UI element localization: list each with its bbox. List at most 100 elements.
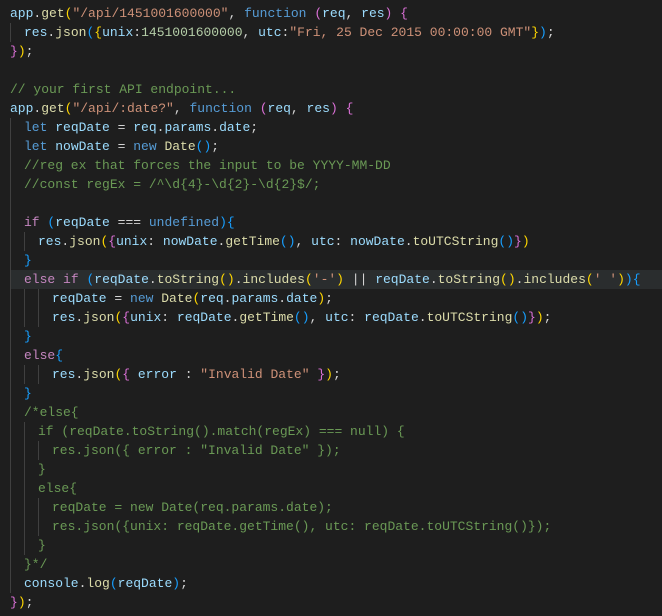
code-token: //reg ex that forces the input to be YYY… [24, 158, 391, 173]
code-token: "Invalid Date" [200, 367, 309, 382]
code-token: ; [325, 291, 333, 306]
code-token: else{ [38, 481, 77, 496]
code-token: toUTCString [413, 234, 499, 249]
code-line[interactable]: if (reqDate.toString().match(regEx) === … [10, 422, 662, 441]
code-token: }*/ [24, 557, 47, 572]
code-token: function [244, 6, 306, 21]
code-line[interactable]: else if (reqDate.toString().includes('-'… [10, 270, 662, 289]
code-line[interactable] [10, 61, 662, 80]
code-token: utc [258, 25, 281, 40]
code-token: } [10, 44, 18, 59]
code-token: ) [317, 291, 325, 306]
code-token: { [108, 234, 116, 249]
code-token: ) [522, 234, 530, 249]
code-token: ; [250, 120, 258, 135]
code-token: ) [330, 101, 338, 116]
code-line[interactable]: res.json({unix: nowDate.getTime(), utc: … [10, 232, 662, 251]
code-line[interactable]: }); [10, 593, 662, 612]
code-token: error [138, 367, 177, 382]
code-token: } [10, 595, 18, 610]
code-token: { [633, 272, 641, 287]
code-line[interactable]: reqDate = new Date(req.params.date); [10, 498, 662, 517]
code-line[interactable]: res.json({ error : "Invalid Date" }); [10, 441, 662, 460]
code-token: // your first API endpoint... [10, 82, 244, 97]
code-token: } [38, 462, 46, 477]
code-token [130, 367, 138, 382]
code-token: json [83, 310, 114, 325]
code-token: utc [325, 310, 348, 325]
code-token: : [133, 25, 141, 40]
code-token: () [196, 139, 212, 154]
code-token: undefined [149, 215, 219, 230]
code-token: reqDate [177, 310, 232, 325]
code-line[interactable]: app.get("/api/1451001600000", function (… [10, 4, 662, 23]
code-token: reqDate [55, 215, 110, 230]
code-line[interactable]: res.json({unix: reqDate.getTime(), utc: … [10, 308, 662, 327]
code-token: . [211, 120, 219, 135]
code-token: res [38, 234, 61, 249]
code-token: toString [438, 272, 500, 287]
code-line[interactable]: //const regEx = /^\d{4}-\d{2}-\d{2}$/; [10, 175, 662, 194]
code-token: } [38, 538, 46, 553]
code-token: "/api/:date?" [72, 101, 173, 116]
code-line[interactable]: console.log(reqDate); [10, 574, 662, 593]
code-token: { [122, 367, 130, 382]
code-line[interactable]: else{ [10, 479, 662, 498]
code-token: json [55, 25, 86, 40]
code-line[interactable]: } [10, 251, 662, 270]
code-line[interactable]: app.get("/api/:date?", function (req, re… [10, 99, 662, 118]
code-token: ) [536, 310, 544, 325]
code-line[interactable]: /*else{ [10, 403, 662, 422]
code-line[interactable]: } [10, 327, 662, 346]
code-token: ) [625, 272, 633, 287]
code-token: res.json({ error : "Invalid Date" }); [52, 443, 341, 458]
code-line[interactable]: let nowDate = new Date(); [10, 137, 662, 156]
code-line[interactable]: } [10, 460, 662, 479]
code-token: json [83, 367, 114, 382]
code-line[interactable]: res.json({unix:1451001600000, utc:"Fri, … [10, 23, 662, 42]
code-token: res.json({unix: reqDate.getTime(), utc: … [52, 519, 551, 534]
code-token: res [307, 101, 330, 116]
code-line[interactable]: else{ [10, 346, 662, 365]
code-token: toString [157, 272, 219, 287]
code-token: () [498, 234, 514, 249]
code-token: let [24, 120, 47, 135]
code-line[interactable]: res.json({unix: reqDate.getTime(), utc: … [10, 517, 662, 536]
code-token: new [133, 139, 156, 154]
code-editor[interactable]: app.get("/api/1451001600000", function (… [0, 0, 662, 616]
code-token: /*else{ [24, 405, 79, 420]
code-token: = [110, 120, 133, 135]
code-line[interactable] [10, 194, 662, 213]
code-token: . [235, 272, 243, 287]
code-line[interactable]: let reqDate = req.params.date; [10, 118, 662, 137]
code-line[interactable]: } [10, 536, 662, 555]
code-token: , [296, 234, 312, 249]
code-token: . [430, 272, 438, 287]
code-token: ; [180, 576, 188, 591]
code-token [252, 101, 260, 116]
code-token: || [344, 272, 375, 287]
code-token: ; [547, 25, 555, 40]
code-token: if (reqDate.toString().match(regEx) === … [38, 424, 405, 439]
code-line[interactable]: // your first API endpoint... [10, 80, 662, 99]
code-token: { [94, 25, 102, 40]
code-token: reqDate [118, 576, 173, 591]
code-line[interactable]: reqDate = new Date(req.params.date); [10, 289, 662, 308]
code-token: res [361, 6, 384, 21]
code-token: reqDate [364, 310, 419, 325]
code-token: date [219, 120, 250, 135]
code-line[interactable]: } [10, 384, 662, 403]
code-line[interactable]: res.json({ error : "Invalid Date" }); [10, 365, 662, 384]
code-token: } [531, 25, 539, 40]
code-token: . [419, 310, 427, 325]
code-line[interactable]: if (reqDate === undefined){ [10, 213, 662, 232]
code-token: Date [161, 291, 192, 306]
code-token: req [200, 291, 223, 306]
code-line[interactable]: }); [10, 42, 662, 61]
code-line[interactable]: }*/ [10, 555, 662, 574]
code-token: let [24, 139, 47, 154]
code-token: ' ' [594, 272, 617, 287]
code-line[interactable]: //reg ex that forces the input to be YYY… [10, 156, 662, 175]
code-token: ) [325, 367, 333, 382]
code-token: date [286, 291, 317, 306]
